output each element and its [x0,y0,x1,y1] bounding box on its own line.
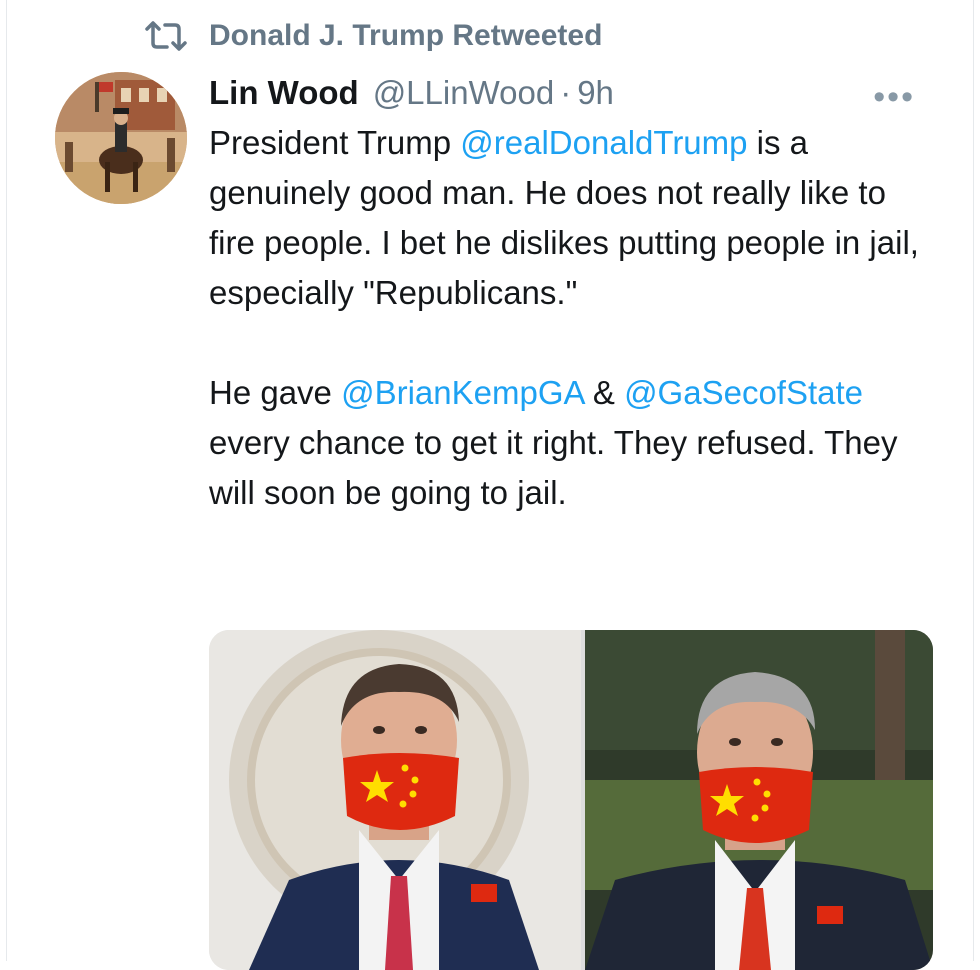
retweet-label: Donald J. Trump Retweeted [209,19,603,52]
tweet-text: President Trump @realDonaldTrump is a ge… [209,118,929,518]
media-image-right[interactable] [585,630,933,970]
more-options-icon[interactable]: ••• [873,78,915,117]
retweet-icon [145,21,187,51]
retweet-context[interactable]: Donald J. Trump Retweeted [143,14,602,58]
timestamp[interactable]: 9h [577,74,614,112]
author-name[interactable]: Lin Wood [209,74,359,112]
tweet-header: Lin Wood @LLinWood · 9h [209,68,614,118]
avatar[interactable] [55,72,187,204]
media-image-left[interactable] [209,630,581,970]
separator: · [560,74,572,111]
tweet-paragraph-2: He gave @BrianKempGA & @GaSecofState eve… [209,368,929,518]
text-run: He gave [209,374,342,411]
mention-link[interactable]: @BrianKempGA [341,374,584,411]
text-run: every chance to get it right. They refus… [209,424,898,511]
mention-link[interactable]: @GaSecofState [624,374,863,411]
tweet-paragraph-1: President Trump @realDonaldTrump is a ge… [209,118,929,318]
author-handle[interactable]: @LLinWood [373,74,555,112]
avatar-image [55,72,187,204]
tweet-card[interactable]: Donald J. Trump Retweeted Lin Wood @LLin… [6,0,974,970]
mention-link[interactable]: @realDonaldTrump [460,124,747,161]
text-run: President Trump [209,124,461,161]
text-run: & [583,374,625,411]
photo-left [209,630,581,970]
photo-right [585,630,933,970]
tweet-media[interactable] [209,630,933,970]
